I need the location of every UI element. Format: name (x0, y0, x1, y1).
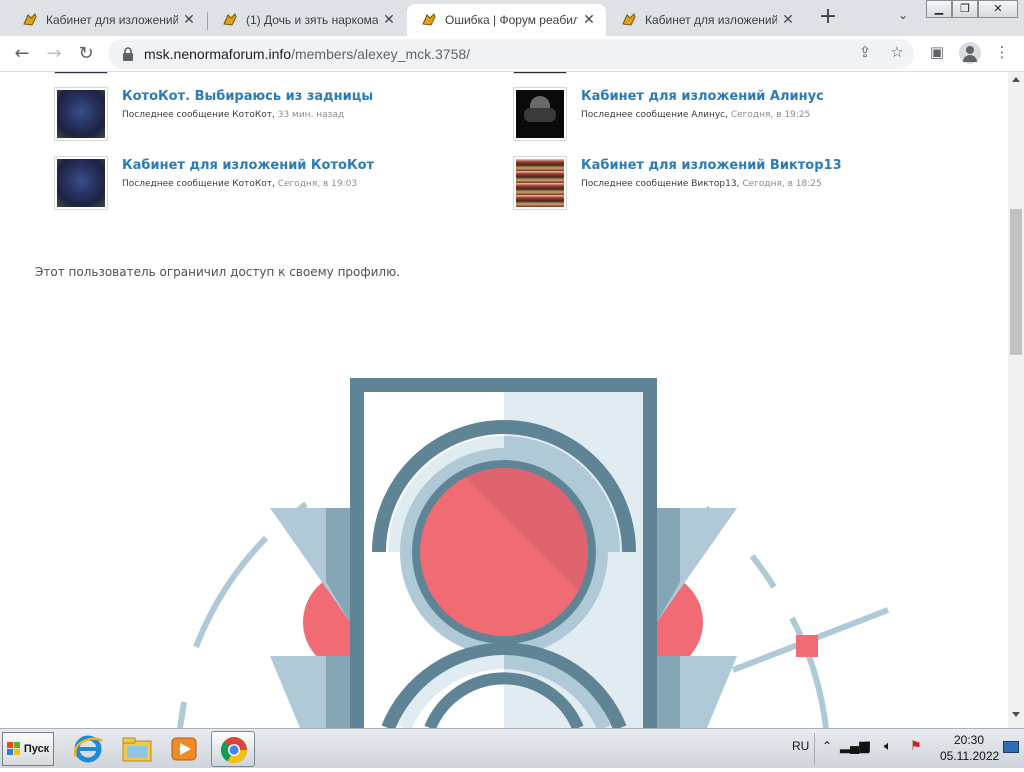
scroll-up-icon[interactable] (1012, 77, 1020, 82)
action-center-icon[interactable]: ⚑ (910, 738, 922, 754)
thread-image (516, 159, 564, 207)
thread-thumbnail[interactable] (513, 156, 567, 210)
media-player-icon[interactable] (162, 731, 206, 767)
last-post-author: Последнее сообщение КотоКот, (122, 110, 278, 120)
back-icon[interactable]: ← (8, 40, 36, 68)
list-item: КотоКот. Выбираюсь из задницы Последнее … (54, 87, 373, 141)
traffic-light-illustration (177, 378, 890, 728)
thread-thumbnail[interactable] (513, 87, 567, 141)
address-bar[interactable]: msk.nenormaforum.info/members/alexey_mck… (108, 39, 914, 69)
start-button[interactable]: Пуск (2, 732, 54, 766)
thread-thumbnail[interactable] (54, 156, 108, 210)
tab-strip: Кабинет для изложений КотоКот ✕ (1) Дочь… (0, 0, 1024, 36)
ie-icon[interactable] (66, 731, 110, 767)
clock-date[interactable]: 05.11.2022 (940, 749, 999, 763)
forum-favicon (23, 13, 37, 26)
star-icon[interactable]: ☆ (888, 43, 906, 61)
restore-icon[interactable]: ❐ (952, 0, 978, 18)
show-hidden-icons-icon[interactable]: ⌃ (822, 739, 832, 753)
thread-meta: Последнее сообщение КотоКот, 33 мин. наз… (122, 110, 373, 120)
reload-icon[interactable]: ↻ (72, 40, 100, 68)
explorer-icon[interactable] (115, 731, 159, 767)
last-post-time: 33 мин. назад (277, 110, 345, 120)
thread-image (57, 159, 105, 207)
last-post-author: Последнее сообщение КотоКот, (122, 179, 278, 189)
thread-title-link[interactable]: Кабинет для изложений КотоКот (122, 158, 374, 173)
device-icon[interactable]: ▯ (864, 738, 871, 754)
browser-toolbar: ← → ↻ msk.nenormaforum.info/members/alex… (0, 36, 1024, 72)
windows-logo-icon (6, 742, 20, 755)
window-close-icon[interactable]: ✕ (978, 0, 1018, 18)
last-post-time: Сегодня, в 18:25 (742, 179, 822, 189)
thread-title-link[interactable]: КотоКот. Выбираюсь из задницы (122, 89, 373, 104)
tab-search-icon[interactable]: ⌄ (898, 8, 908, 22)
thread-image (57, 90, 105, 138)
volume-icon[interactable]: 🔈︎ (884, 738, 892, 754)
thread-title-link[interactable]: Кабинет для изложений Виктор13 (581, 158, 842, 173)
scrollbar-thumb[interactable] (1010, 209, 1022, 355)
forum-favicon (422, 13, 436, 26)
last-post-author: Последнее сообщение Алинус, (581, 110, 731, 120)
thread-meta: Последнее сообщение Виктор13, Сегодня, в… (581, 179, 842, 189)
windows-taskbar: Пуск RU ⌃ ▂▄▆ ▯ 🔈︎ ⚑ 20:30 05.11.2022 (0, 728, 1024, 768)
start-label: Пуск (23, 743, 50, 755)
new-tab-icon[interactable]: + (816, 6, 840, 30)
profile-icon[interactable] (959, 42, 981, 64)
clock-time[interactable]: 20:30 (954, 733, 984, 747)
tab-1[interactable]: Кабинет для изложений КотоКот ✕ (8, 4, 206, 36)
menu-icon[interactable]: ⋮ (993, 43, 1011, 61)
thread-title-link[interactable]: Кабинет для изложений Алинус (581, 89, 824, 104)
minimize-icon[interactable]: ▁ (926, 0, 952, 18)
thread-meta: Последнее сообщение КотоКот, Сегодня, в … (122, 179, 374, 189)
tab-title: Ошибка | Форум реабилитация (445, 13, 578, 27)
page-scrollbar[interactable] (1008, 72, 1024, 728)
tab-3-active[interactable]: Ошибка | Форум реабилитация ✕ (407, 4, 606, 36)
thread-thumbnail-cropped (513, 72, 567, 74)
thread-meta: Последнее сообщение Алинус, Сегодня, в 1… (581, 110, 824, 120)
forum-favicon (223, 13, 237, 26)
url-host: msk.nenormaforum.info (144, 46, 292, 62)
lock-icon[interactable] (122, 47, 134, 61)
url-path: /members/alexey_mck.3758/ (291, 46, 471, 62)
forward-icon[interactable]: → (40, 40, 68, 68)
close-icon[interactable]: ✕ (777, 12, 799, 28)
close-icon[interactable]: ✕ (578, 12, 600, 28)
tab-title: Кабинет для изложений Алинус (645, 13, 777, 27)
tab-title: (1) Дочь и зять наркоманы (246, 13, 378, 27)
share-icon[interactable]: ⇪ (856, 43, 874, 61)
show-desktop-icon[interactable] (1003, 741, 1019, 753)
close-icon[interactable]: ✕ (178, 12, 200, 28)
tab-4[interactable]: Кабинет для изложений Алинус ✕ (607, 4, 805, 36)
list-item: Кабинет для изложений Алинус Последнее с… (513, 87, 824, 141)
language-indicator[interactable]: RU (792, 739, 809, 753)
last-post-time: Сегодня, в 19:03 (277, 179, 358, 189)
last-post-author: Последнее сообщение Виктор13, (581, 179, 743, 189)
scroll-down-icon[interactable] (1012, 712, 1020, 717)
list-item: Кабинет для изложений Виктор13 Последнее… (513, 156, 842, 210)
thread-thumbnail-cropped (54, 72, 108, 74)
thread-image (516, 90, 564, 138)
sidepanel-icon[interactable]: ▣ (928, 43, 946, 61)
tray-divider (814, 733, 815, 765)
tab-2[interactable]: (1) Дочь и зять наркоманы ✕ (208, 4, 406, 36)
restricted-profile-message: Этот пользователь ограничил доступ к сво… (35, 265, 401, 279)
thread-thumbnail[interactable] (54, 87, 108, 141)
tab-title: Кабинет для изложений КотоКот (46, 13, 178, 27)
forum-favicon (622, 13, 636, 26)
red-square-marker (796, 635, 818, 657)
chrome-icon[interactable] (211, 731, 255, 767)
last-post-time: Сегодня, в 19:25 (730, 110, 811, 120)
list-item: Кабинет для изложений КотоКот Последнее … (54, 156, 374, 210)
page-content: КотоКот. Выбираюсь из задницы Последнее … (0, 72, 1008, 728)
close-icon[interactable]: ✕ (378, 12, 400, 28)
